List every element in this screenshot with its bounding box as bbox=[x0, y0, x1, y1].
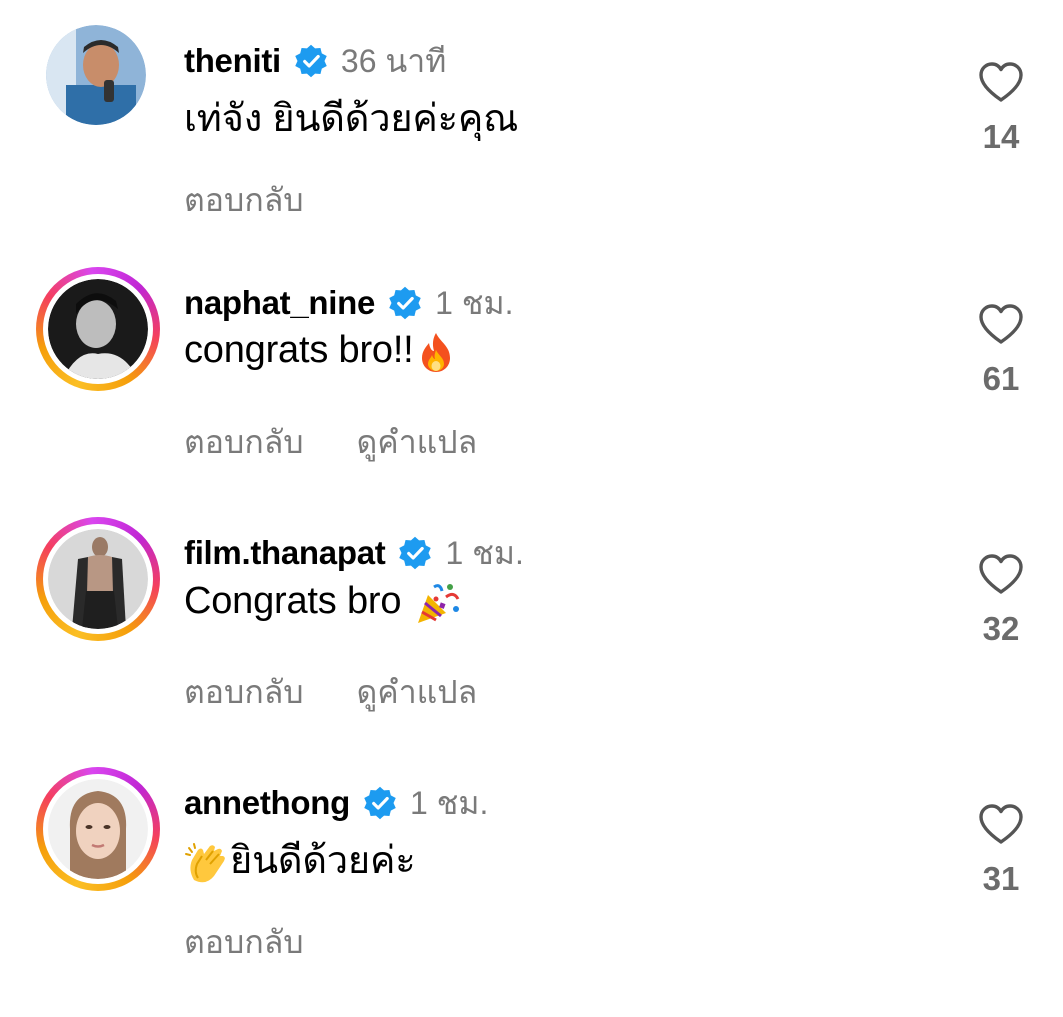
username[interactable]: theniti bbox=[184, 42, 281, 80]
username[interactable]: annethong bbox=[184, 784, 350, 822]
comment-time: 1 ชม. bbox=[409, 784, 489, 821]
avatar-photo bbox=[48, 529, 148, 629]
comment-body: เท่จัง ยินดีด้วยค่ะคุณ bbox=[184, 98, 519, 140]
comment-actions: ตอบกลับ ดูคำแปล bbox=[184, 417, 521, 468]
comment-item: film.thanapat 1 ชม. Congrats bro ตอบกลับ… bbox=[0, 517, 1063, 767]
comment-text: ยินดีด้วยค่ะ bbox=[184, 829, 416, 890]
heart-icon[interactable] bbox=[977, 302, 1025, 346]
verified-badge-icon bbox=[399, 536, 432, 570]
comment-header: theniti 36 นาที bbox=[184, 39, 446, 83]
comment-header: naphat_nine 1 ชม. bbox=[184, 281, 513, 325]
username[interactable]: film.thanapat bbox=[184, 534, 386, 572]
heart-icon[interactable] bbox=[977, 802, 1025, 846]
reply-button[interactable]: ตอบกลับ bbox=[184, 924, 304, 960]
like-control: 32 bbox=[966, 552, 1036, 648]
comment-item: annethong 1 ชม. ยินดีด้วยค่ะ ตอบกลับ 31 bbox=[0, 767, 1063, 1017]
like-count: 32 bbox=[982, 610, 1020, 647]
avatar[interactable] bbox=[46, 25, 146, 125]
heart-icon[interactable] bbox=[977, 552, 1025, 596]
comment-time: 36 นาที bbox=[340, 42, 447, 79]
avatar[interactable] bbox=[36, 767, 160, 891]
verified-badge-icon bbox=[295, 44, 327, 78]
comment-text: Congrats bro bbox=[184, 579, 462, 627]
see-translation-button[interactable]: ดูคำแปล bbox=[357, 674, 478, 710]
comment-body: Congrats bro bbox=[184, 580, 412, 623]
comment-header: annethong 1 ชม. bbox=[184, 781, 488, 825]
username[interactable]: naphat_nine bbox=[184, 284, 375, 322]
fire-emoji-icon bbox=[421, 332, 450, 372]
reply-button[interactable]: ตอบกลับ bbox=[184, 424, 304, 460]
avatar-photo bbox=[48, 279, 148, 379]
verified-badge-icon bbox=[389, 286, 421, 320]
like-count: 31 bbox=[982, 860, 1020, 897]
comment-actions: ตอบกลับ bbox=[184, 917, 348, 968]
comment-item: naphat_nine 1 ชม. congrats bro!! ตอบกลับ… bbox=[0, 267, 1063, 517]
comment-actions: ตอบกลับ ดูคำแปล bbox=[184, 667, 521, 718]
like-control: 31 bbox=[966, 802, 1036, 898]
comment-text: congrats bro!! bbox=[184, 329, 458, 374]
avatar-photo bbox=[46, 25, 146, 125]
avatar[interactable] bbox=[36, 267, 160, 391]
comment-item: theniti 36 นาที เท่จัง ยินดีด้วยค่ะคุณ ต… bbox=[0, 25, 1063, 275]
like-count: 14 bbox=[982, 118, 1020, 155]
comment-body: ยินดีด้วยค่ะ bbox=[230, 840, 416, 882]
heart-icon[interactable] bbox=[977, 60, 1025, 104]
like-control: 61 bbox=[966, 302, 1036, 398]
avatar[interactable] bbox=[36, 517, 160, 641]
party-popper-emoji-icon bbox=[417, 584, 459, 623]
verified-badge-icon bbox=[364, 786, 396, 820]
comment-body: congrats bro!! bbox=[184, 329, 414, 371]
comment-actions: ตอบกลับ bbox=[184, 175, 348, 226]
like-count: 61 bbox=[982, 360, 1020, 397]
reply-button[interactable]: ตอบกลับ bbox=[184, 182, 304, 218]
avatar-photo bbox=[48, 779, 148, 879]
like-control: 14 bbox=[966, 60, 1036, 156]
reply-button[interactable]: ตอบกลับ bbox=[184, 674, 304, 710]
comment-time: 1 ชม. bbox=[445, 534, 524, 571]
comment-text: เท่จัง ยินดีด้วยค่ะคุณ bbox=[184, 87, 518, 148]
comment-header: film.thanapat 1 ชม. bbox=[184, 531, 524, 575]
comment-time: 1 ชม. bbox=[435, 284, 514, 321]
clapping-hands-emoji-icon bbox=[185, 842, 225, 883]
see-translation-button[interactable]: ดูคำแปล bbox=[357, 424, 478, 460]
